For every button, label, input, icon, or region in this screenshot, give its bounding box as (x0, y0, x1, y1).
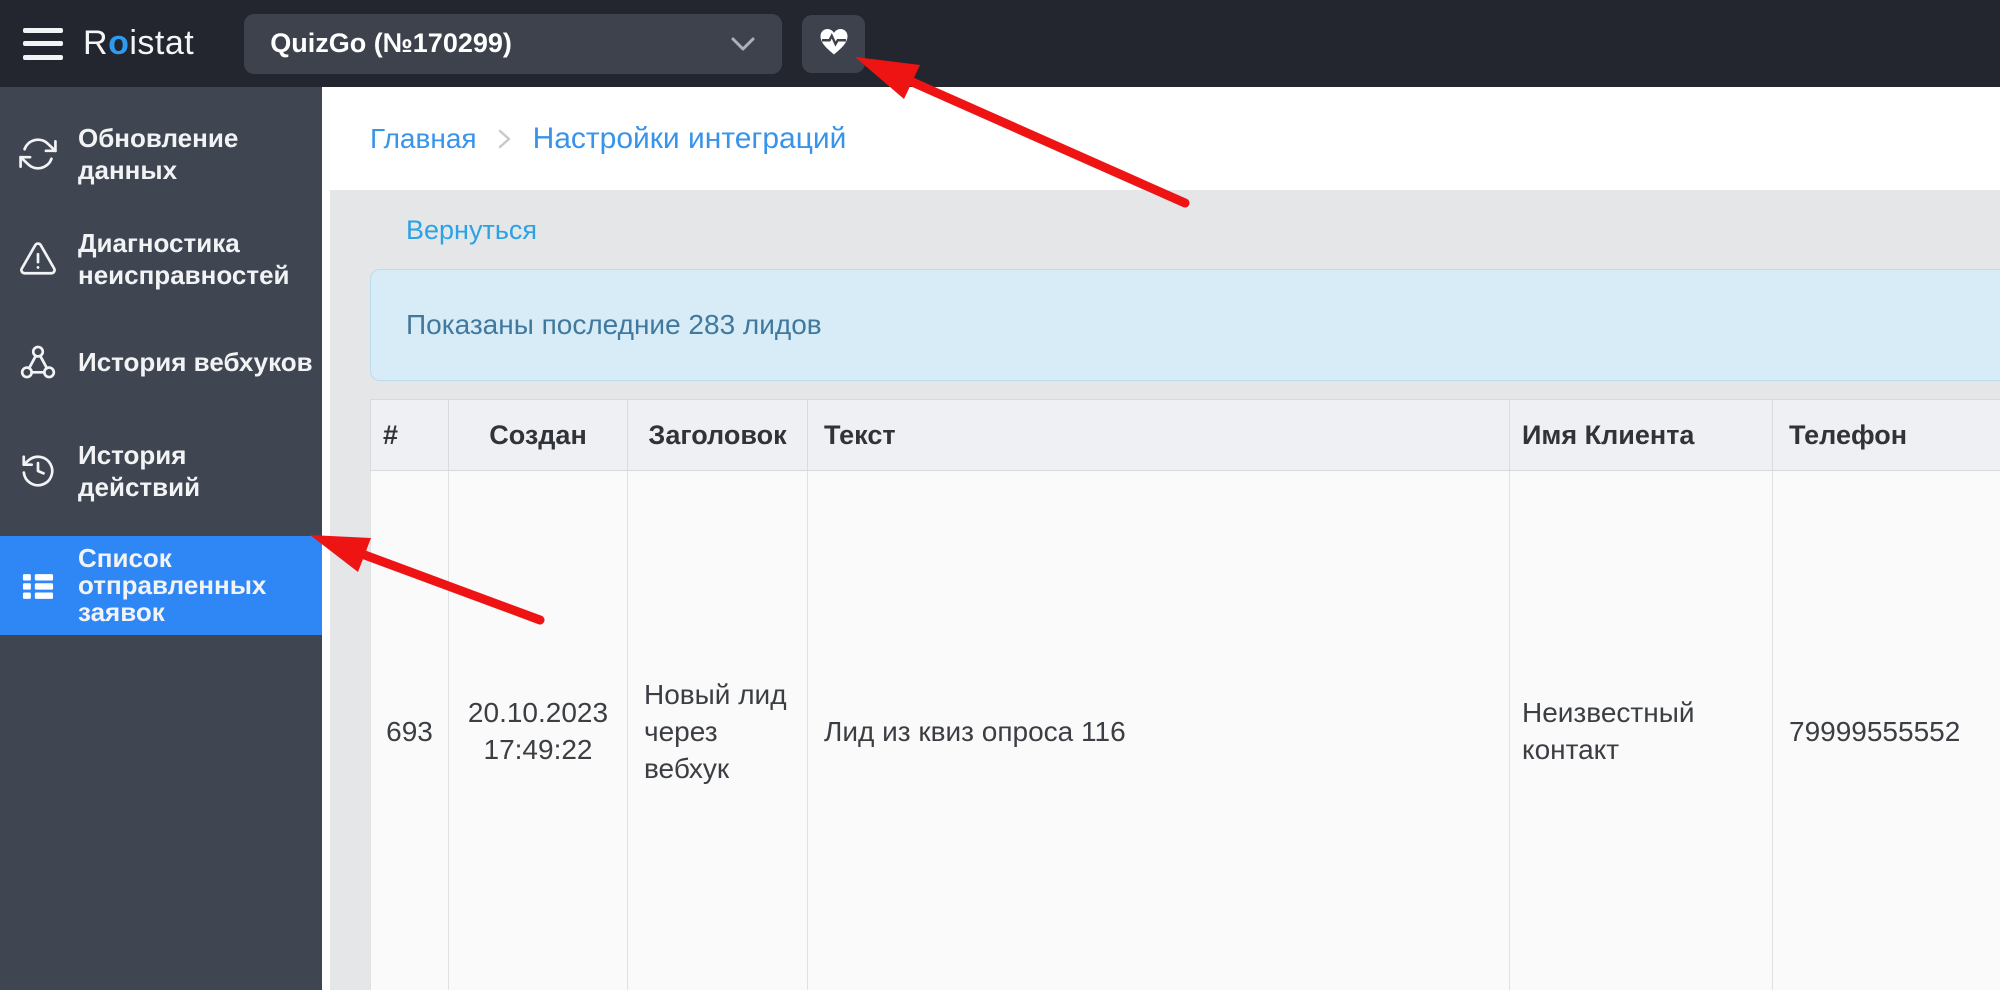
sidebar-item-label: Список отправленных заявок (78, 543, 267, 627)
column-header: Текст (807, 400, 1509, 470)
sidebar-item-webhook-history[interactable]: История вебхуков (0, 334, 322, 390)
heart-pulse-icon (816, 23, 852, 64)
breadcrumb: Главная Настройки интеграций (322, 87, 2000, 190)
cell-phone: 79999555552 (1772, 471, 2000, 990)
cell-created: 20.10.2023 17:49:22 (448, 471, 627, 990)
project-selector-dropdown[interactable]: QuizGo (№170299) (244, 13, 783, 74)
history-icon (18, 452, 58, 490)
refresh-icon (18, 135, 58, 173)
sidebar-item-label: Диагностика неисправностей (78, 228, 290, 290)
sidebar-item-label: История вебхуков (78, 347, 313, 377)
hamburger-menu-button[interactable] (23, 27, 63, 60)
warning-icon (18, 240, 58, 278)
chevron-right-icon (495, 126, 515, 152)
back-link[interactable]: Вернуться (406, 214, 537, 247)
column-header: Телефон (1772, 400, 2000, 470)
table-row: 693 20.10.2023 17:49:22 Новый лид через … (370, 471, 2000, 990)
column-header: Заголовок (627, 400, 807, 470)
breadcrumb-home-link[interactable]: Главная (370, 123, 477, 155)
cell-title: Новый лид через вебхук (627, 471, 807, 990)
top-bar: Roistat QuizGo (№170299) (0, 0, 2000, 87)
column-header: # (370, 400, 448, 470)
sidebar: Обновление данных Диагностика неисправно… (0, 87, 322, 990)
sidebar-item-diagnostics[interactable]: Диагностика неисправностей (0, 218, 322, 300)
project-selector-value: QuizGo (№170299) (270, 28, 512, 58)
column-header: Имя Клиента (1509, 400, 1772, 470)
sidebar-item-label: Обновление данных (78, 123, 239, 185)
cell-id: 693 (370, 471, 448, 990)
sidebar-item-data-refresh[interactable]: Обновление данных (0, 113, 322, 195)
cell-client-name: Неизвестный контакт (1509, 471, 1772, 990)
logo-text-suffix: istat (129, 24, 195, 62)
logo-text: R (83, 24, 109, 62)
leads-table: # Создан Заголовок Текст Имя Клиента Тел… (370, 399, 2000, 990)
logo-o-mark: o (108, 24, 130, 62)
info-banner-text: Показаны последние 283 лидов (406, 309, 822, 340)
chevron-down-icon (730, 28, 756, 59)
column-header: Создан (448, 400, 627, 470)
cell-text: Лид из квиз опроса 116 (807, 471, 1509, 990)
health-status-button[interactable] (802, 14, 866, 73)
webhook-icon (18, 343, 58, 381)
breadcrumb-current-page[interactable]: Настройки интеграций (533, 122, 847, 156)
table-header-row: # Создан Заголовок Текст Имя Клиента Тел… (370, 399, 2000, 471)
roistat-logo[interactable]: Roistat (83, 24, 194, 63)
info-banner: Показаны последние 283 лидов (370, 269, 2000, 381)
list-icon (18, 567, 58, 605)
sidebar-item-sent-leads-list[interactable]: Список отправленных заявок (0, 536, 322, 635)
sidebar-item-action-history[interactable]: История действий (0, 430, 322, 512)
page-panel: Вернуться Показаны последние 283 лидов #… (330, 190, 2000, 990)
sidebar-item-label: История действий (78, 440, 201, 502)
